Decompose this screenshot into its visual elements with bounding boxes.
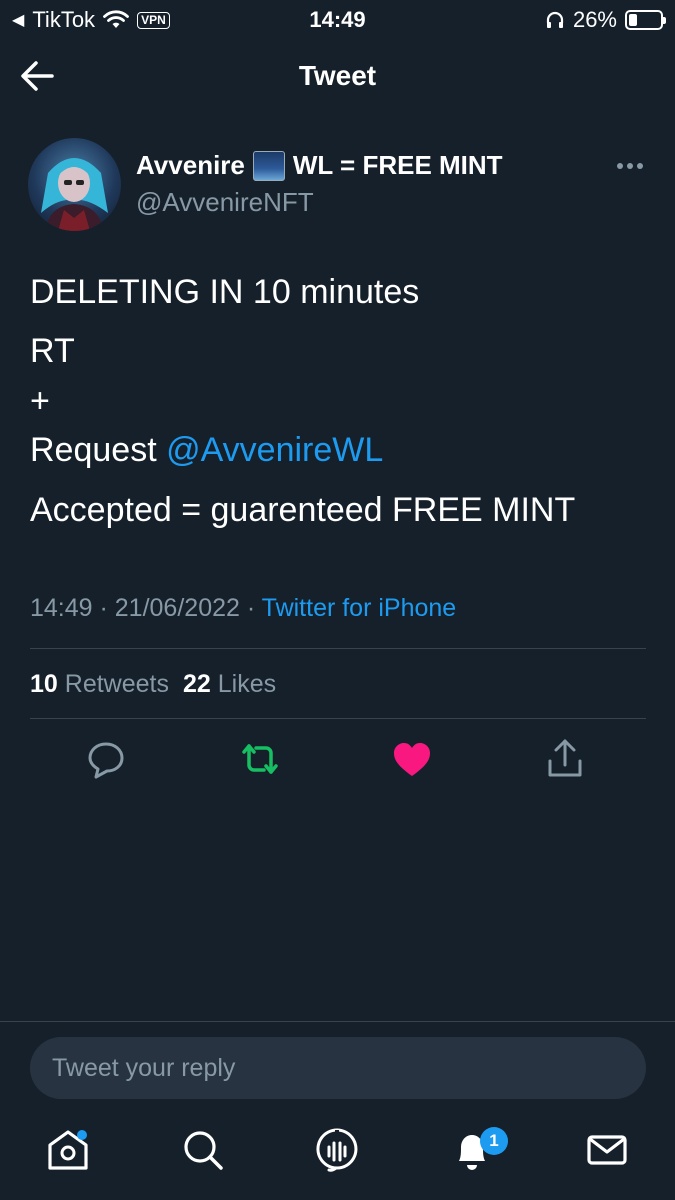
tweet-source-link[interactable]: Twitter for iPhone [262,594,457,622]
messages-mail-icon[interactable] [582,1125,632,1175]
retweet-icon[interactable] [236,735,284,783]
headphones-icon [546,11,564,28]
battery-percent: 26% [572,7,617,32]
search-icon[interactable] [178,1125,228,1175]
tweet-line: Accepted = guarenteed FREE MINT [30,490,576,529]
tweet-timestamp: 14:49 · 21/06/2022 · [30,594,262,622]
tweet-line: DELETING IN 10 minutes [30,273,420,311]
divider [30,648,646,649]
likes-label: Likes [217,670,277,698]
author-block[interactable]: Avvenire WL = FREE MINT @AvvenireNFT [136,150,503,218]
more-options-icon[interactable] [615,160,645,172]
tweet-body: DELETING IN 10 minutes RT + Request @Avv… [30,272,650,549]
status-bar: ◀ TikTok VPN 14:49 26% [0,0,675,40]
divider [30,718,646,719]
retweets-stat[interactable]: 10 Retweets [30,670,169,698]
author-handle[interactable]: @AvvenireNFT [136,187,503,218]
tweet-line: RT [30,332,75,371]
retweets-label: Retweets [64,670,169,698]
avatar[interactable] [28,138,121,231]
author-name-prefix: Avvenire [136,150,245,180]
home-new-content-dot [77,1130,87,1140]
status-bar-right: 26% [545,7,666,33]
reply-icon[interactable] [82,735,130,783]
likes-stat[interactable]: 22 Likes [183,670,276,698]
reply-input[interactable] [30,1037,646,1099]
tweet-actions [0,735,675,785]
page-title: Tweet [298,60,377,91]
battery-level [629,14,637,26]
author-name-suffix: WL = FREE MINT [292,150,503,180]
reply-divider [0,1021,675,1022]
author-name[interactable]: Avvenire WL = FREE MINT [136,150,503,181]
tweet-line-request: Request @AvvenireWL [30,430,650,471]
tweet-line-text: Request [30,431,167,470]
notifications-badge: 1 [480,1127,508,1155]
bottom-tab-bar [0,1125,675,1185]
spaces-icon[interactable] [312,1125,362,1175]
like-heart-icon[interactable] [388,735,436,783]
night-city-emoji-icon [252,150,285,181]
likes-count: 22 [182,670,211,698]
mention-link[interactable]: @AvvenireWL [166,431,383,469]
battery-icon [625,10,666,30]
tweet-line: + [30,381,50,420]
retweets-count: 10 [30,670,58,698]
tweet-stats: 10 Retweets 22 Likes [30,670,276,699]
top-nav: Tweet [0,46,675,106]
share-icon[interactable] [541,735,589,783]
avatar-illustration [41,158,108,231]
tweet-meta: 14:49 · 21/06/2022 · Twitter for iPhone [30,594,456,623]
